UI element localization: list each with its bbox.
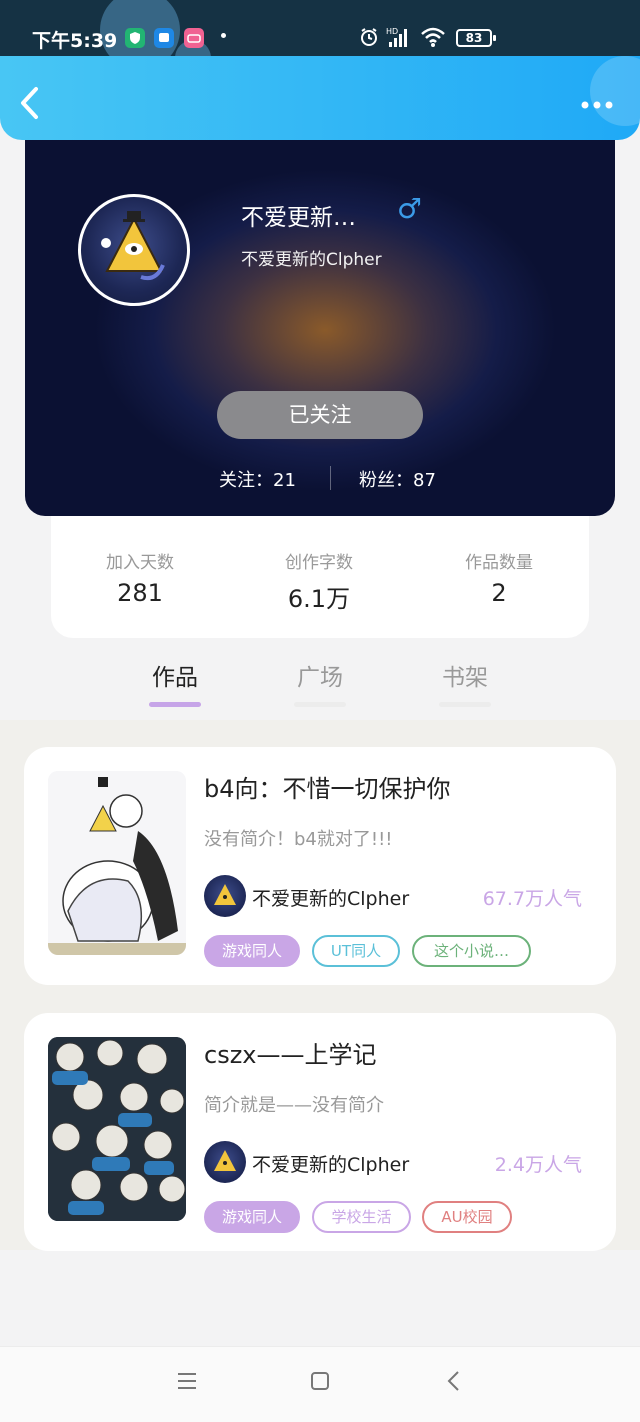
author-name: 不爱更新的Clpher <box>252 888 410 910</box>
cover-illustration-icon <box>48 771 186 955</box>
tab-label: 书架 <box>442 665 488 691</box>
triangle-character-avatar-icon <box>214 1150 236 1171</box>
tag-ut-fanfic[interactable]: UT同人 <box>312 935 400 967</box>
tab-label: 作品 <box>152 665 198 691</box>
author-name: 不爱更新的Clpher <box>252 1154 410 1176</box>
profile-stats-card: 加入天数 281 创作字数 6.1万 作品数量 2 <box>51 500 589 638</box>
bilibili-app-icon <box>184 28 204 48</box>
follow-stats: 关注：21 粉丝：87 <box>25 464 615 494</box>
chevron-left-icon <box>21 87 38 119</box>
followed-button[interactable]: 已关注 <box>217 391 423 439</box>
wifi-icon <box>420 26 446 52</box>
stat-work-count: 作品数量 2 <box>419 548 579 607</box>
system-nav-bar <box>0 1346 640 1422</box>
profile-username: 不爱更新的Clpher <box>241 250 382 270</box>
tag-au-campus[interactable]: AU校园 <box>422 1201 512 1233</box>
work-description: 没有简介！b4就对了!!! <box>204 829 393 850</box>
more-options-button[interactable] <box>580 86 614 116</box>
back-button[interactable] <box>18 86 48 126</box>
nav-back-button[interactable] <box>446 1369 462 1399</box>
tag-school-life[interactable]: 学校生活 <box>312 1201 411 1233</box>
stat-label: 加入天数 <box>106 553 174 573</box>
stat-label: 作品数量 <box>465 553 533 573</box>
chat-app-icon <box>154 28 174 48</box>
status-bar: 下午5:39 HD 83 <box>0 0 640 56</box>
work-cover-image[interactable] <box>48 1037 186 1221</box>
work-title[interactable]: cszx——上学记 <box>204 1035 377 1070</box>
tab-bar: 作品 广场 书架 <box>0 650 640 720</box>
home-icon <box>311 1372 329 1390</box>
user-avatar[interactable] <box>78 194 190 306</box>
work-description: 简介就是——没有简介 <box>204 1095 384 1116</box>
popularity-count: 67.7万人气 <box>482 888 582 910</box>
work-card[interactable]: b4向：不惜一切保护你 没有简介！b4就对了!!! 不爱更新的Clpher 67… <box>24 747 616 985</box>
stat-word-count: 创作字数 6.1万 <box>239 548 399 614</box>
stat-value: 2 <box>491 579 507 607</box>
triangle-character-avatar-icon <box>214 884 236 905</box>
popularity-count: 2.4万人气 <box>494 1154 582 1176</box>
divider <box>330 466 331 490</box>
tag-game-fanfic[interactable]: 游戏同人 <box>204 1201 300 1233</box>
work-cover-image[interactable] <box>48 771 186 955</box>
tab-label: 广场 <box>297 665 343 691</box>
stat-value: 281 <box>117 579 163 607</box>
tab-underline <box>294 702 346 707</box>
menu-icon <box>178 1373 196 1389</box>
home-button[interactable] <box>309 1369 331 1399</box>
shield-app-icon <box>125 28 145 48</box>
tab-underline <box>439 702 491 707</box>
stat-value: 6.1万 <box>287 585 351 613</box>
profile-name: 不爱更新… <box>241 205 356 231</box>
menu-button[interactable] <box>176 1369 198 1399</box>
chevron-left-icon <box>447 1371 459 1391</box>
top-header <box>0 56 640 140</box>
work-card[interactable]: cszx——上学记 简介就是——没有简介 不爱更新的Clpher 2.4万人气 … <box>24 1013 616 1251</box>
tag-game-fanfic[interactable]: 游戏同人 <box>204 935 300 967</box>
cover-illustration-icon <box>48 1037 186 1221</box>
profile-banner: 不爱更新… ♂ 不爱更新的Clpher 已关注 关注：21 粉丝：87 <box>25 130 615 516</box>
stat-label: 创作字数 <box>285 553 353 573</box>
tag-this-novel[interactable]: 这个小说… <box>412 935 531 967</box>
svg-text:HD: HD <box>386 27 398 36</box>
work-title[interactable]: b4向：不惜一切保护你 <box>204 769 451 804</box>
followers-count[interactable]: 粉丝：87 <box>359 466 436 492</box>
status-time: 下午5:39 <box>32 30 118 52</box>
author-avatar <box>204 875 246 917</box>
male-gender-icon: ♂ <box>397 192 423 225</box>
tab-bookshelf[interactable]: 书架 <box>425 658 505 707</box>
following-count[interactable]: 关注：21 <box>219 466 296 492</box>
tab-underline <box>149 702 201 707</box>
tab-works[interactable]: 作品 <box>135 658 215 707</box>
battery-indicator: 83 <box>456 29 496 47</box>
more-dots-icon <box>581 101 613 109</box>
tab-square[interactable]: 广场 <box>280 658 360 707</box>
signal-icon: HD <box>386 26 414 52</box>
alarm-icon <box>358 26 380 52</box>
triangle-character-avatar-icon <box>101 211 165 281</box>
notification-dot <box>221 33 226 38</box>
stat-join-days: 加入天数 281 <box>60 548 220 607</box>
author-avatar <box>204 1141 246 1183</box>
